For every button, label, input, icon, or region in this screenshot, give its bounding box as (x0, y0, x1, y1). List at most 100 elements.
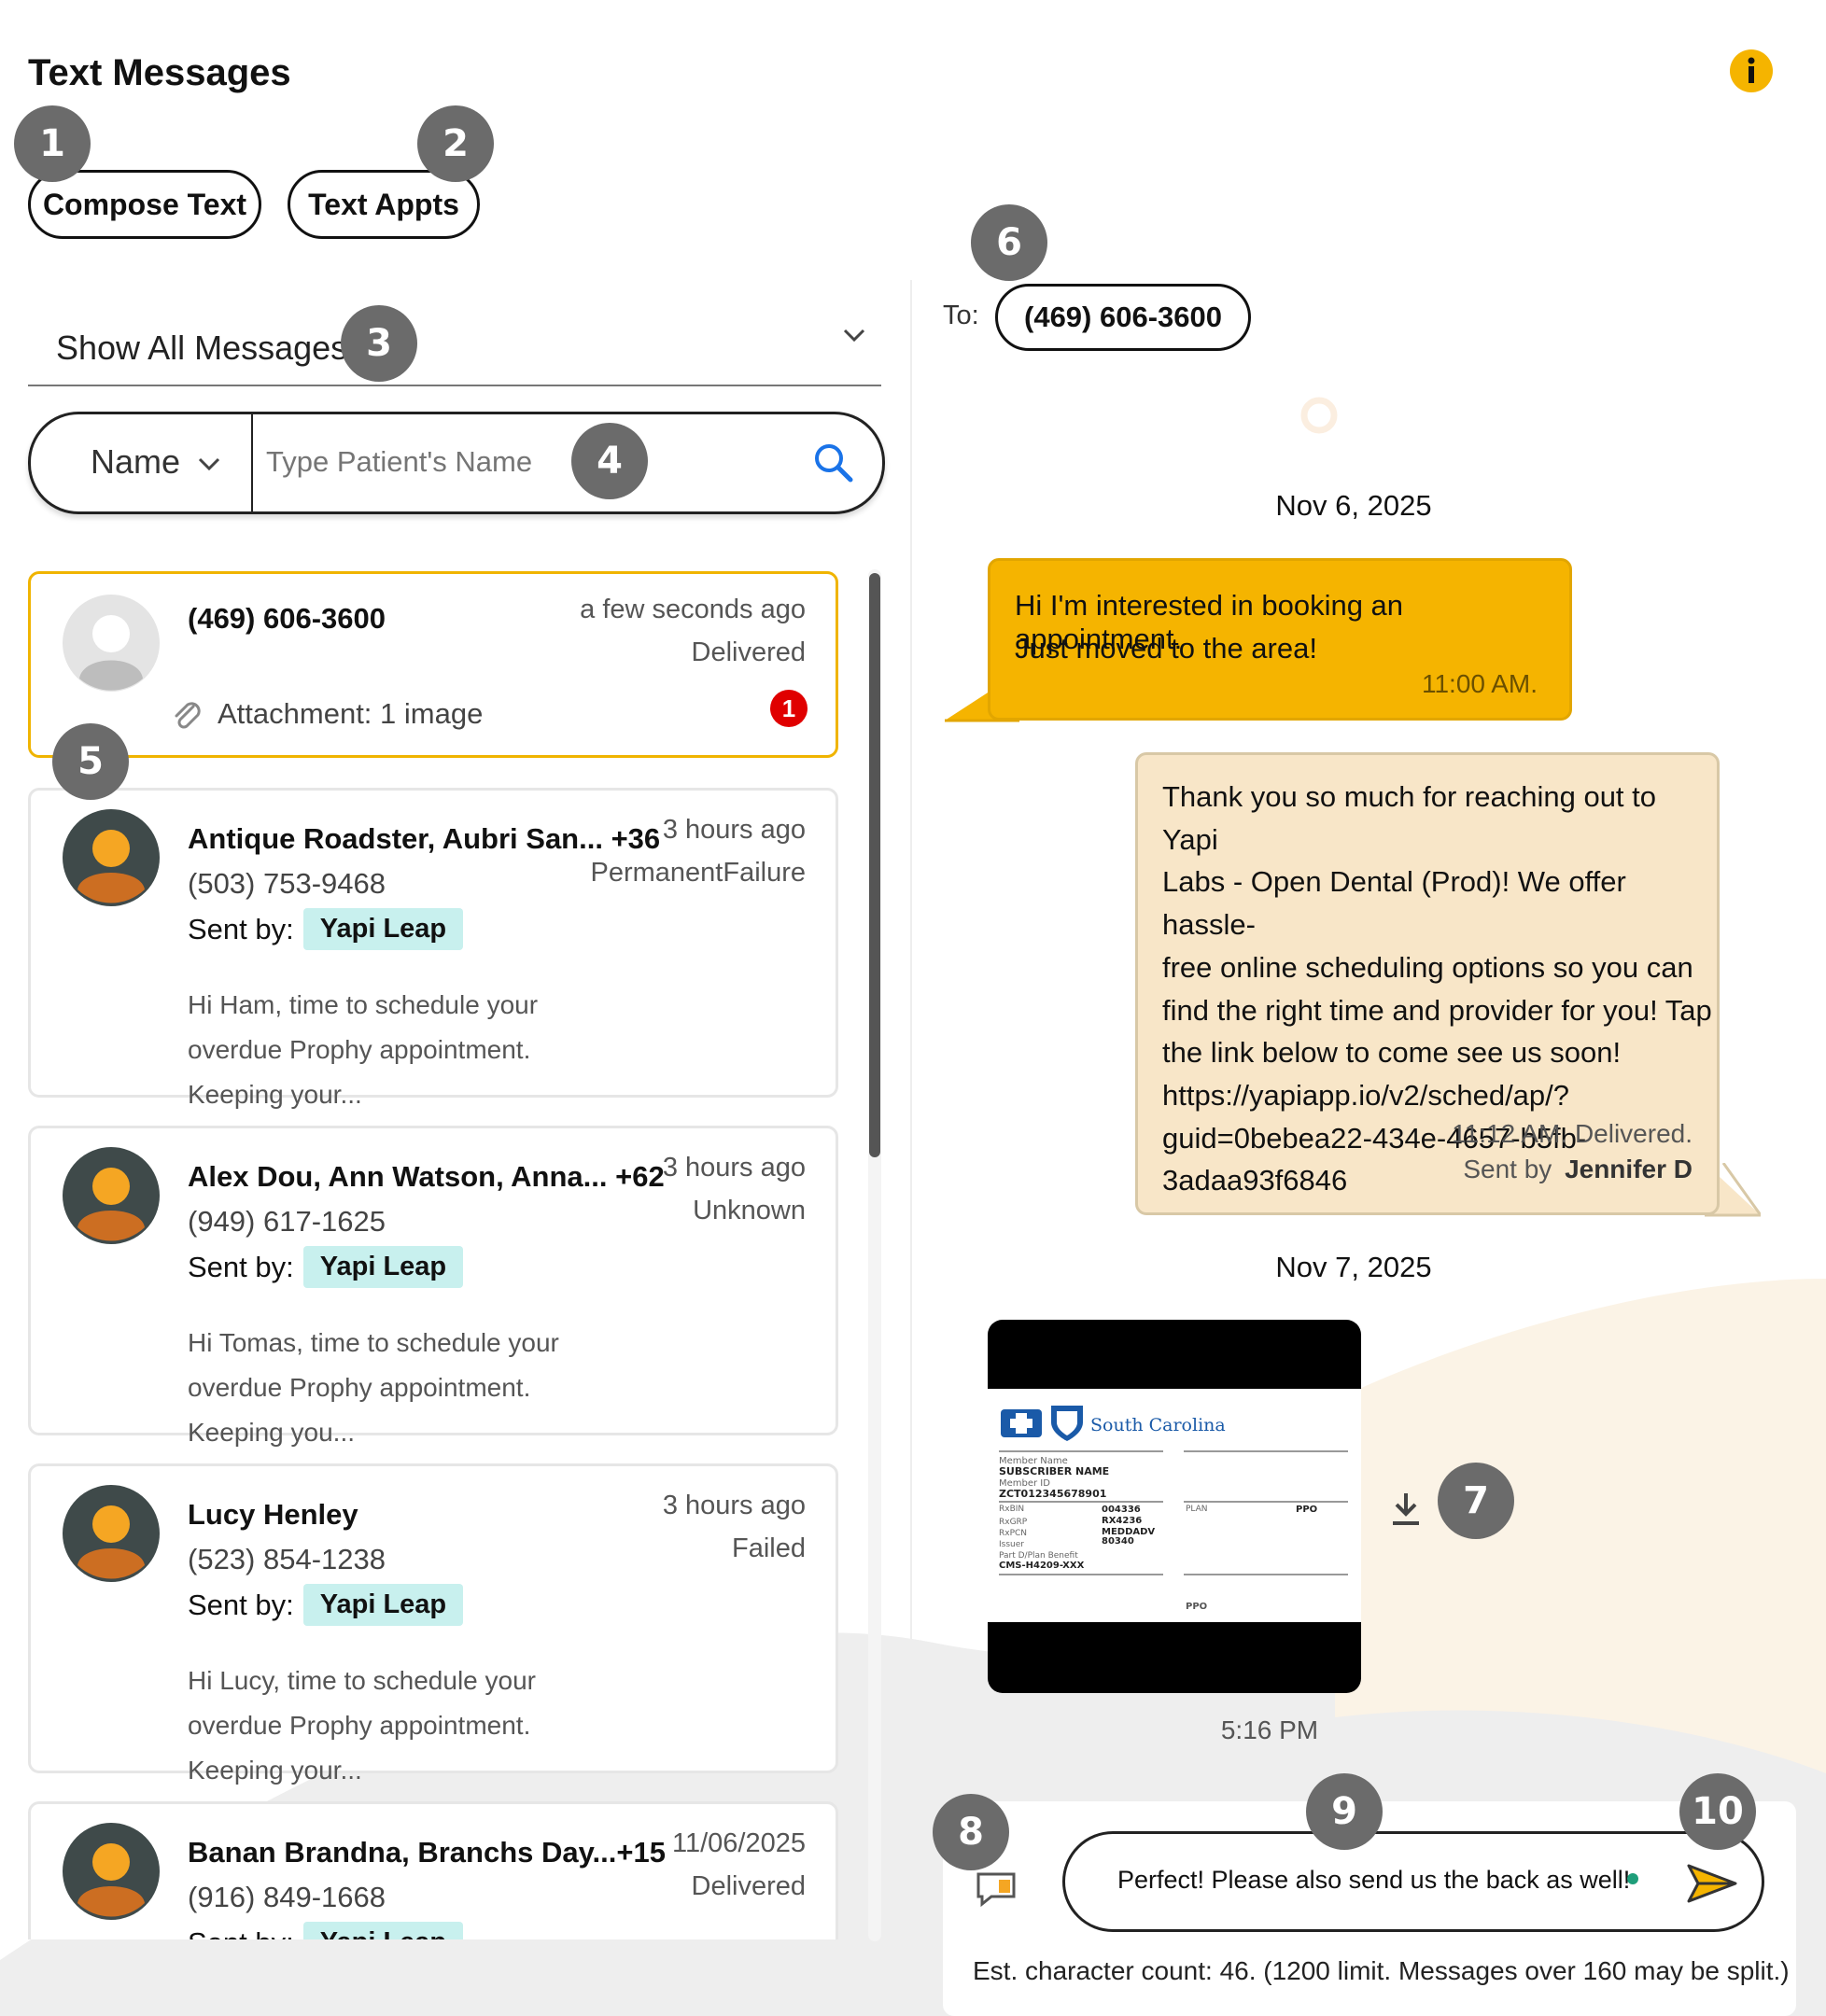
message-time: 11:00 AM. (1421, 669, 1538, 698)
avatar (63, 1823, 160, 1920)
message-meta: 11:12 AM. Delivered. (1452, 1119, 1693, 1148)
paperclip-icon (175, 702, 201, 729)
search-icon[interactable] (811, 441, 856, 485)
sent-by-label: Sent by: (188, 1588, 294, 1621)
image-time: 5:16 PM (1220, 1715, 1319, 1744)
annotation-badge-8: 8 (933, 1794, 1009, 1870)
sent-by-label: Sent by: (188, 1926, 294, 1940)
insurance-card-image: South Carolina Member Name SUBSCRIBER NA… (988, 1389, 1361, 1622)
card-divider (1184, 1574, 1348, 1575)
card-divider (999, 1450, 1163, 1452)
message-template-icon[interactable] (975, 1870, 1018, 1908)
card-divider (999, 1501, 1163, 1503)
avatar (63, 1485, 160, 1582)
annotation-badge-10: 10 (1679, 1773, 1756, 1850)
conversation-card[interactable]: Lucy Henley (523) 854-1238 Sent by: Yapi… (28, 1463, 838, 1785)
conversation-name: Alex Dou, Ann Watson, Anna... +62 (188, 1160, 665, 1193)
recipient-chip[interactable]: (469) 606-3600 (995, 284, 1251, 351)
card-label: RxGRP (999, 1518, 1028, 1527)
character-count: Est. character count: 46. (1200 limit. M… (973, 1956, 1790, 1985)
conversation-card[interactable]: (469) 606-3600 a few seconds ago Deliver… (28, 571, 838, 758)
message-input[interactable]: Perfect! Please also send us the back as… (1117, 1866, 1630, 1895)
sent-by: Sent by: Yapi Leap (188, 908, 464, 950)
avatar (63, 1147, 160, 1244)
avatar (63, 595, 160, 692)
card-label: RxBIN (999, 1505, 1025, 1514)
chevron-down-icon (198, 457, 220, 471)
conversation-time: 3 hours ago (662, 1491, 806, 1520)
annotation-badge-5: 5 (52, 723, 129, 800)
sent-by: Sent by: Yapi Leap (188, 1922, 464, 1940)
panel-divider (910, 280, 912, 2016)
search-type-select[interactable]: Name (31, 414, 253, 511)
annotation-badge-7: 7 (1438, 1463, 1514, 1539)
download-icon[interactable] (1389, 1491, 1423, 1527)
message-line: Thank you so much for reaching out to Ya… (1162, 780, 1657, 856)
conversation-phone: (949) 617-1625 (188, 1205, 386, 1238)
conversation-status: Delivered (691, 637, 807, 667)
message-sent-by: Sent by Jennifer D (1463, 1155, 1693, 1184)
annotation-badge-6: 6 (971, 204, 1047, 281)
card-divider (999, 1574, 1163, 1575)
search-type-label: Name (91, 442, 181, 481)
annotation-badge-1: 1 (14, 105, 91, 182)
conversation-status: Failed (732, 1533, 806, 1563)
filter-selected-label: Show All Messages (56, 329, 348, 367)
annotation-badge-4: 4 (571, 423, 648, 499)
conversation-phone: (916) 849-1668 (188, 1881, 386, 1913)
message-preview: Hi Tomas, time to schedule your overdue … (188, 1328, 559, 1447)
sent-by: Sent by: Yapi Leap (188, 1584, 464, 1626)
card-value: SUBSCRIBER NAME (999, 1465, 1110, 1477)
conversation-time: 3 hours ago (662, 1153, 806, 1183)
send-icon[interactable] (1685, 1862, 1739, 1905)
message-filter-select[interactable]: Show All Messages (28, 308, 881, 386)
conversation-phone: (503) 753-9468 (188, 867, 386, 900)
insurance-brand: South Carolina (1090, 1415, 1226, 1435)
conversation-list[interactable]: (469) 606-3600 a few seconds ago Deliver… (0, 560, 896, 1939)
message-line: Labs - Open Dental (Prod)! We offer hass… (1162, 865, 1626, 942)
scrollbar-thumb[interactable] (869, 573, 880, 1157)
to-label: To: (943, 301, 979, 330)
image-attachment[interactable]: South Carolina Member Name SUBSCRIBER NA… (988, 1320, 1361, 1693)
grammar-indicator-icon (1627, 1873, 1638, 1884)
list-scrollbar[interactable] (868, 569, 881, 1941)
conversation-phone: (523) 854-1238 (188, 1543, 386, 1575)
page-title: Text Messages (28, 52, 291, 93)
ppo-logo: PPO (1186, 1602, 1208, 1612)
card-value: 80340 (1102, 1536, 1134, 1547)
unread-count-badge: 1 (770, 690, 808, 727)
sent-by-label: Sent by (1463, 1155, 1552, 1183)
conversation-status: Delivered (691, 1871, 807, 1901)
sender-tag: Yapi Leap (302, 1922, 464, 1939)
conversation-card[interactable]: Antique Roadster, Aubri San... +36 (503)… (28, 788, 838, 1109)
card-label: Issuer (999, 1540, 1024, 1549)
card-label: RxPCN (999, 1529, 1028, 1538)
message-link[interactable]: https://yapiapp.io/v2/sched/ap/? (1162, 1074, 1717, 1117)
sender-tag: Yapi Leap (302, 1246, 464, 1288)
incoming-message-bubble: Hi I'm interested in booking an appointm… (988, 558, 1572, 721)
message-line: free online scheduling options so you ca… (1162, 950, 1693, 984)
patient-search-bar: Name (28, 412, 885, 514)
card-divider (1184, 1501, 1348, 1503)
card-value: PPO (1296, 1505, 1318, 1515)
chevron-down-icon (843, 329, 865, 343)
patient-name-input[interactable] (264, 433, 791, 491)
message-line: find the right time and provider for you… (1162, 993, 1712, 1027)
sent-by-label: Sent by: (188, 1250, 294, 1283)
conversation-card[interactable]: Alex Dou, Ann Watson, Anna... +62 (949) … (28, 1126, 838, 1447)
card-divider (1184, 1450, 1348, 1452)
conversation-status: PermanentFailure (590, 858, 807, 888)
conversation-status: Unknown (693, 1196, 806, 1225)
sender-name: Jennifer D (1565, 1155, 1693, 1183)
sent-by-label: Sent by: (188, 912, 294, 945)
card-label: Part D/Plan Benefit (999, 1551, 1078, 1561)
info-icon[interactable] (1729, 49, 1774, 93)
loading-spinner-icon (1300, 397, 1338, 434)
annotation-badge-2: 2 (417, 105, 494, 182)
message-input-wrapper: Perfect! Please also send us the back as… (1062, 1831, 1764, 1932)
insurance-logo-icon (1001, 1406, 1083, 1441)
sender-tag: Yapi Leap (302, 1584, 464, 1626)
message-line: Just moved to the area! (1015, 632, 1317, 665)
conversation-name: (469) 606-3600 (188, 602, 386, 635)
conversation-card[interactable]: Banan Brandna, Branchs Day...+15 (916) 8… (28, 1801, 838, 1939)
